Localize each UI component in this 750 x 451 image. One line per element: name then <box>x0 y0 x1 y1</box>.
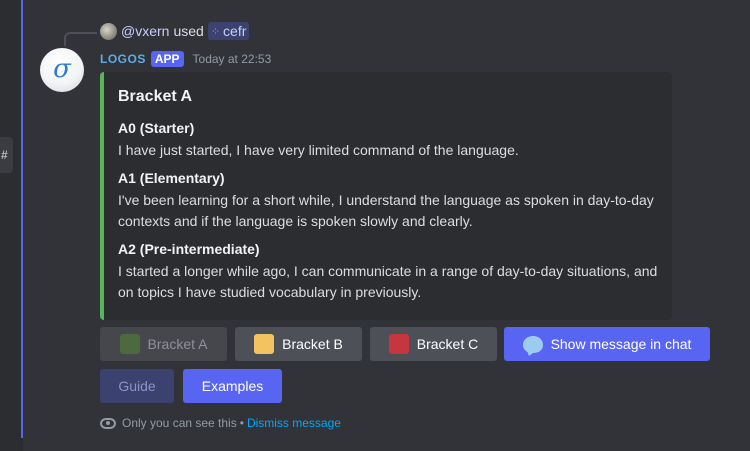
app-badge: APP <box>150 51 184 67</box>
bracket-a-label: Bracket A <box>147 336 208 352</box>
bracket-a-button[interactable]: Bracket A <box>100 327 227 361</box>
guide-label: Guide <box>118 378 156 394</box>
dismiss-message-link[interactable]: Dismiss message <box>247 416 341 430</box>
logos-logo-icon: σ <box>53 53 71 84</box>
guide-button[interactable]: Guide <box>100 369 174 403</box>
slash-command-pill[interactable]: ⁘ cefr <box>207 22 250 40</box>
speech-bubble-icon <box>522 335 543 353</box>
bracket-b-label: Bracket B <box>282 336 343 352</box>
examples-button[interactable]: Examples <box>183 369 282 403</box>
embed-title: Bracket A <box>118 88 193 105</box>
field-name: A0 (Starter) <box>118 120 195 136</box>
bracket-b-button[interactable]: Bracket B <box>235 327 362 361</box>
channel-sidebar-edge: # <box>0 0 23 451</box>
field-value: I have just started, I have very limited… <box>118 142 519 158</box>
command-name: cefr <box>223 23 247 39</box>
message-highlight-rail <box>21 0 23 438</box>
ephemeral-text: Only you can see this <box>122 416 237 430</box>
eye-icon <box>100 417 116 429</box>
field-value: I've been learning for a short while, I … <box>118 192 654 229</box>
embed-field: A0 (Starter) I have just started, I have… <box>118 119 658 161</box>
reply-action-text: used <box>173 23 204 39</box>
red-square-icon <box>388 334 409 354</box>
bracket-c-button[interactable]: Bracket C <box>370 327 497 361</box>
slash-command-icon: ⁘ <box>210 25 221 38</box>
bot-username[interactable]: LOGOS <box>100 52 146 66</box>
field-name: A2 (Pre-intermediate) <box>118 241 260 257</box>
invoker-avatar[interactable] <box>100 22 117 40</box>
invoker-username[interactable]: @vxern <box>121 23 169 39</box>
embed-field: A2 (Pre-intermediate) I started a longer… <box>118 240 658 303</box>
command-reply-header: @vxern used ⁘ cefr <box>100 22 250 40</box>
ephemeral-notice: Only you can see this • Dismiss message <box>100 414 341 432</box>
message-header: LOGOS APP Today at 22:53 <box>100 50 271 68</box>
separator-dot: • <box>239 416 244 430</box>
embed-field: A1 (Elementary) I've been learning for a… <box>118 169 658 232</box>
channel-hash-icon[interactable]: # <box>0 137 13 173</box>
show-in-chat-label: Show message in chat <box>550 336 692 352</box>
green-square-icon <box>119 334 140 354</box>
bracket-c-label: Bracket C <box>416 336 479 352</box>
embed-card: Bracket A A0 (Starter) I have just start… <box>100 72 672 320</box>
examples-label: Examples <box>201 378 264 394</box>
yellow-square-icon <box>254 334 275 354</box>
field-name: A1 (Elementary) <box>118 170 225 186</box>
bot-avatar[interactable]: σ <box>40 48 84 92</box>
reply-connector <box>64 32 97 46</box>
field-value: I started a longer while ago, I can comm… <box>118 263 658 300</box>
message-timestamp[interactable]: Today at 22:53 <box>193 52 272 66</box>
show-message-in-chat-button[interactable]: Show message in chat <box>504 327 710 361</box>
